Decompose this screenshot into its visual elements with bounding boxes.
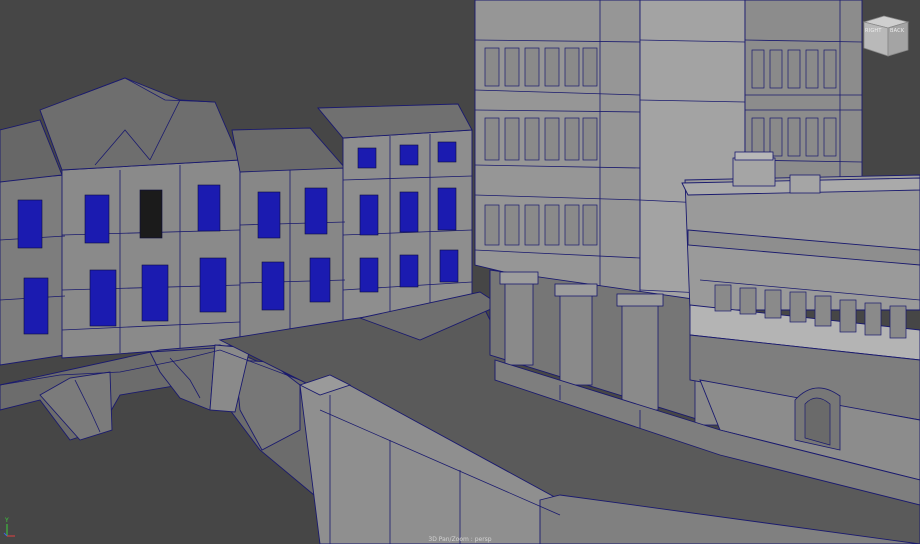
camera-label: 3D Pan/Zoom : persp xyxy=(428,536,492,543)
scene-wireframe[interactable]: .w { stroke:#1a1a6e; stroke-width:0.9; }… xyxy=(0,0,920,544)
axis-icon: Y xyxy=(3,517,15,537)
axis-gizmo: Y xyxy=(2,516,20,538)
3d-viewport[interactable]: .w { stroke:#1a1a6e; stroke-width:0.9; }… xyxy=(0,0,920,544)
axis-up-label: Y xyxy=(4,517,9,524)
cube-icon xyxy=(862,15,910,57)
viewcube-side-label: BACK xyxy=(890,28,905,34)
viewcube-front-label: RIGHT xyxy=(865,28,882,34)
viewcube[interactable]: RIGHT BACK xyxy=(862,12,910,58)
